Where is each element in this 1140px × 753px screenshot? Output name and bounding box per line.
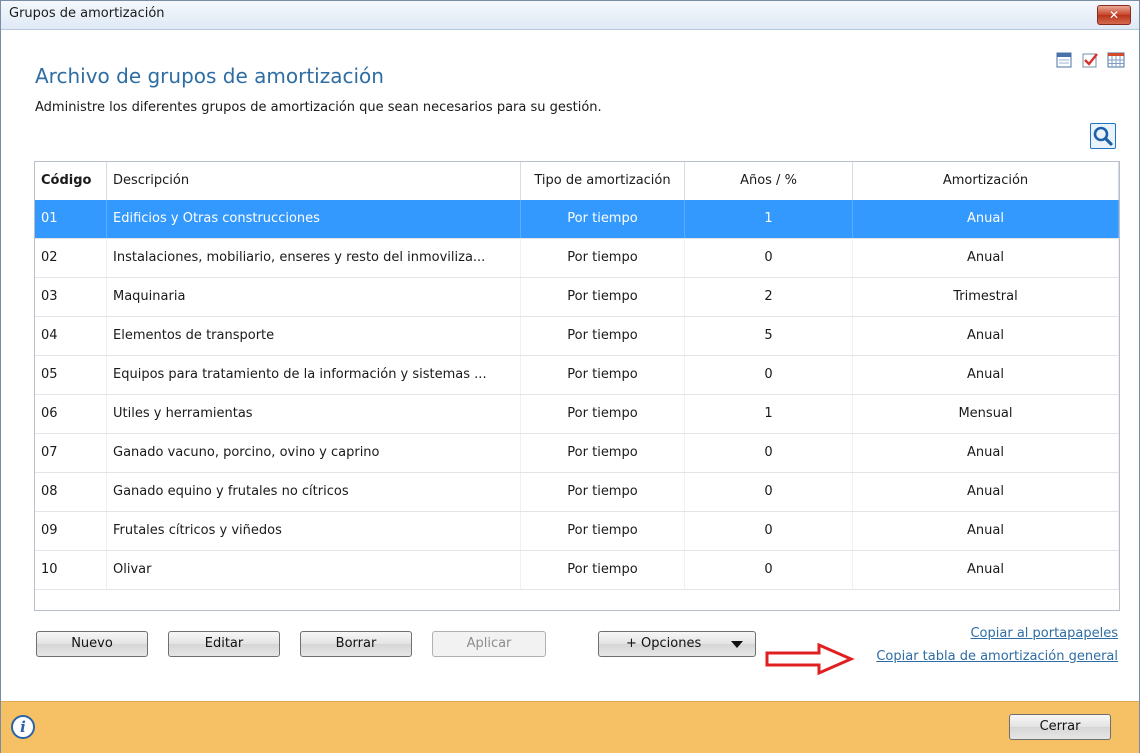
copiar-tabla-link[interactable]: Copiar tabla de amortización general xyxy=(876,649,1118,664)
table-row[interactable]: 05 Equipos para tratamiento de la inform… xyxy=(35,356,1119,395)
cell-amortizacion: Anual xyxy=(853,473,1119,511)
annotation-arrow-icon xyxy=(765,642,855,676)
cell-tipo: Por tiempo xyxy=(521,395,685,433)
cell-descripcion: Ganado equino y frutales no cítricos xyxy=(107,473,521,511)
cell-amortizacion: Anual xyxy=(853,434,1119,472)
cell-anios: 1 xyxy=(685,395,853,433)
cell-tipo: Por tiempo xyxy=(521,512,685,550)
cell-descripcion: Frutales cítricos y viñedos xyxy=(107,512,521,550)
column-header-amortizacion[interactable]: Amortización xyxy=(853,162,1119,200)
column-header-tipo[interactable]: Tipo de amortización xyxy=(521,162,685,200)
grid-calendar-icon[interactable] xyxy=(1107,51,1125,69)
nuevo-button[interactable]: Nuevo xyxy=(36,631,148,657)
cell-amortizacion: Anual xyxy=(853,551,1119,589)
cell-codigo: 10 xyxy=(35,551,107,589)
cell-codigo: 07 xyxy=(35,434,107,472)
cell-anios: 0 xyxy=(685,239,853,277)
cell-codigo: 02 xyxy=(35,239,107,277)
cell-descripcion: Utiles y herramientas xyxy=(107,395,521,433)
table-row[interactable]: 10 Olivar Por tiempo 0 Anual xyxy=(35,551,1119,590)
dialog-window: Grupos de amortización ✕ Archivo de grup… xyxy=(0,0,1140,753)
cell-codigo: 05 xyxy=(35,356,107,394)
table-row[interactable]: 08 Ganado equino y frutales no cítricos … xyxy=(35,473,1119,512)
amortization-groups-table[interactable]: Código Descripción Tipo de amortización … xyxy=(34,161,1120,611)
cell-descripcion: Edificios y Otras construcciones xyxy=(107,200,521,238)
cell-codigo: 06 xyxy=(35,395,107,433)
cell-tipo: Por tiempo xyxy=(521,278,685,316)
checklist-icon[interactable] xyxy=(1081,51,1099,69)
cell-tipo: Por tiempo xyxy=(521,317,685,355)
cell-descripcion: Olivar xyxy=(107,551,521,589)
view-toolbar xyxy=(1055,51,1125,69)
cell-tipo: Por tiempo xyxy=(521,434,685,472)
table-row[interactable]: 03 Maquinaria Por tiempo 2 Trimestral xyxy=(35,278,1119,317)
cell-anios: 0 xyxy=(685,551,853,589)
cell-amortizacion: Mensual xyxy=(853,395,1119,433)
cell-anios: 0 xyxy=(685,434,853,472)
cell-amortizacion: Trimestral xyxy=(853,278,1119,316)
footer-bar: i Cerrar xyxy=(1,701,1139,753)
cell-anios: 1 xyxy=(685,200,853,238)
info-icon[interactable]: i xyxy=(11,715,35,739)
page-subtitle: Administre los diferentes grupos de amor… xyxy=(35,100,602,115)
cell-amortizacion: Anual xyxy=(853,200,1119,238)
table-row[interactable]: 07 Ganado vacuno, porcino, ovino y capri… xyxy=(35,434,1119,473)
cell-codigo: 08 xyxy=(35,473,107,511)
cell-tipo: Por tiempo xyxy=(521,200,685,238)
table-row[interactable]: 09 Frutales cítricos y viñedos Por tiemp… xyxy=(35,512,1119,551)
cell-tipo: Por tiempo xyxy=(521,239,685,277)
dropdown-arrow-icon xyxy=(731,641,743,648)
table-row[interactable]: 01 Edificios y Otras construcciones Por … xyxy=(35,200,1119,239)
search-button[interactable] xyxy=(1090,123,1116,149)
table-body: 01 Edificios y Otras construcciones Por … xyxy=(35,200,1119,590)
aplicar-button[interactable]: Aplicar xyxy=(432,631,546,657)
editar-button[interactable]: Editar xyxy=(168,631,280,657)
cell-codigo: 04 xyxy=(35,317,107,355)
cell-tipo: Por tiempo xyxy=(521,551,685,589)
table-row[interactable]: 04 Elementos de transporte Por tiempo 5 … xyxy=(35,317,1119,356)
cell-codigo: 01 xyxy=(35,200,107,238)
cell-anios: 0 xyxy=(685,512,853,550)
column-header-codigo[interactable]: Código xyxy=(35,162,107,200)
cell-anios: 5 xyxy=(685,317,853,355)
cell-descripcion: Instalaciones, mobiliario, enseres y res… xyxy=(107,239,521,277)
close-window-button[interactable]: ✕ xyxy=(1097,5,1131,25)
table-row[interactable]: 06 Utiles y herramientas Por tiempo 1 Me… xyxy=(35,395,1119,434)
opciones-dropdown-button[interactable]: + Opciones xyxy=(598,631,756,657)
cell-descripcion: Elementos de transporte xyxy=(107,317,521,355)
cell-codigo: 03 xyxy=(35,278,107,316)
cell-anios: 0 xyxy=(685,473,853,511)
cell-tipo: Por tiempo xyxy=(521,356,685,394)
search-icon xyxy=(1093,126,1113,146)
table-row[interactable]: 02 Instalaciones, mobiliario, enseres y … xyxy=(35,239,1119,278)
cell-amortizacion: Anual xyxy=(853,512,1119,550)
cell-codigo: 09 xyxy=(35,512,107,550)
cell-descripcion: Equipos para tratamiento de la informaci… xyxy=(107,356,521,394)
cell-anios: 2 xyxy=(685,278,853,316)
calendar-icon[interactable] xyxy=(1055,51,1073,69)
cell-descripcion: Ganado vacuno, porcino, ovino y caprino xyxy=(107,434,521,472)
title-bar[interactable]: Grupos de amortización ✕ xyxy=(1,1,1139,30)
cell-amortizacion: Anual xyxy=(853,317,1119,355)
cell-anios: 0 xyxy=(685,356,853,394)
window-title: Grupos de amortización xyxy=(9,6,165,21)
opciones-label: + Opciones xyxy=(626,636,702,651)
cell-descripcion: Maquinaria xyxy=(107,278,521,316)
table-header: Código Descripción Tipo de amortización … xyxy=(35,162,1119,201)
copiar-portapapeles-link[interactable]: Copiar al portapapeles xyxy=(970,626,1118,641)
borrar-button[interactable]: Borrar xyxy=(300,631,412,657)
page-title: Archivo de grupos de amortización xyxy=(35,64,384,88)
column-header-anios[interactable]: Años / % xyxy=(685,162,853,200)
column-header-descripcion[interactable]: Descripción xyxy=(107,162,521,200)
cell-tipo: Por tiempo xyxy=(521,473,685,511)
cerrar-button[interactable]: Cerrar xyxy=(1009,714,1111,740)
cell-amortizacion: Anual xyxy=(853,239,1119,277)
cell-amortizacion: Anual xyxy=(853,356,1119,394)
